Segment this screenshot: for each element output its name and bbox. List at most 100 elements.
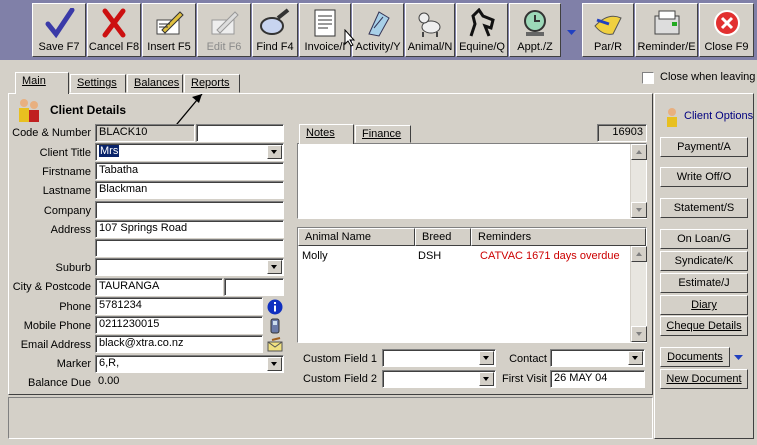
firstname-field[interactable]: Tabatha <box>95 162 284 180</box>
chevron-down-icon[interactable] <box>267 145 282 159</box>
postcode-field[interactable] <box>224 278 284 296</box>
client-person-icon <box>667 108 677 127</box>
payment-button[interactable]: Payment/A <box>660 137 748 157</box>
record-number: 16903 <box>597 124 647 142</box>
mobile-phone-label: Mobile Phone <box>23 320 91 332</box>
write-off-button[interactable]: Write Off/O <box>660 167 748 187</box>
documents-button[interactable]: Documents <box>660 347 730 367</box>
scroll-up-icon[interactable] <box>631 144 647 160</box>
scroll-down-icon[interactable] <box>631 202 647 218</box>
mobile-phone-field[interactable]: 0211230015 <box>95 316 263 334</box>
marker-label: Marker <box>56 358 91 370</box>
close-when-leaving-label: Close when leaving <box>660 71 756 83</box>
equine-button[interactable]: Equine/Q <box>456 3 508 57</box>
code-number-label: Code & Number <box>12 127 91 139</box>
chevron-down-icon[interactable] <box>479 351 494 365</box>
number-field[interactable] <box>196 124 284 142</box>
custom-field-2-select[interactable] <box>382 370 496 388</box>
mobile-phone-icon[interactable] <box>266 317 284 335</box>
cancel-button[interactable]: Cancel F8 <box>87 3 141 57</box>
column-header-animal-name[interactable]: Animal Name <box>298 228 415 246</box>
chevron-down-icon[interactable] <box>267 357 282 371</box>
par-button[interactable]: Par/R <box>582 3 634 57</box>
address-line2-field[interactable] <box>95 239 284 257</box>
column-header-breed[interactable]: Breed <box>415 228 471 246</box>
city-postcode-label: City & Postcode <box>12 281 91 293</box>
scroll-up-icon[interactable] <box>631 246 647 262</box>
animals-scrollbar[interactable] <box>630 246 647 342</box>
tab-settings[interactable]: Settings <box>70 74 126 93</box>
activity-button[interactable]: Activity/Y <box>352 3 404 57</box>
reminder-icon <box>654 10 679 35</box>
insert-pencil-icon <box>156 11 184 35</box>
appointment-dropdown-button[interactable] <box>563 3 580 57</box>
suburb-label: Suburb <box>55 262 91 274</box>
balance-due-label: Balance Due <box>28 377 91 389</box>
address-line1-field[interactable]: 107 Springs Road <box>95 220 284 238</box>
chevron-down-icon <box>567 30 576 35</box>
on-loan-button[interactable]: On Loan/G <box>660 229 748 249</box>
insert-button[interactable]: Insert F5 <box>142 3 196 57</box>
new-document-button[interactable]: New Document <box>660 369 748 389</box>
first-visit-field[interactable]: 26 MAY 04 <box>550 370 645 388</box>
notes-scrollbar[interactable] <box>630 144 647 218</box>
company-field[interactable] <box>95 201 284 219</box>
mouse-cursor-icon <box>344 29 356 47</box>
cheque-details-button[interactable]: Cheque Details <box>660 316 748 336</box>
status-bar <box>8 397 653 439</box>
custom-field-1-select[interactable] <box>382 349 496 367</box>
lastname-label: Lastname <box>42 185 91 197</box>
dog-icon <box>418 12 441 37</box>
lastname-field[interactable]: Blackman <box>95 181 284 199</box>
reminder-cell: CATVAC 1671 days overdue <box>480 250 620 262</box>
chevron-down-icon[interactable] <box>267 260 282 274</box>
animal-button[interactable]: Animal/N <box>405 3 455 57</box>
table-row[interactable]: Molly DSH CATVAC 1671 days overdue <box>298 248 628 264</box>
find-button[interactable]: Find F4 <box>252 3 298 57</box>
statement-button[interactable]: Statement/S <box>660 198 748 218</box>
code-field[interactable]: BLACK10 <box>95 124 195 142</box>
close-circle-icon <box>713 10 740 36</box>
address-label: Address <box>50 224 91 236</box>
tab-notes[interactable]: Notes <box>299 124 354 144</box>
email-address-label: Email Address <box>20 339 91 351</box>
custom-field-1-label: Custom Field 1 <box>303 353 377 365</box>
suburb-select[interactable] <box>95 258 284 276</box>
notes-textarea[interactable] <box>297 143 647 219</box>
chevron-down-icon[interactable] <box>479 372 494 386</box>
close-when-leaving-checkbox[interactable] <box>642 72 654 84</box>
syndicate-button[interactable]: Syndicate/K <box>660 251 748 271</box>
scroll-down-icon[interactable] <box>631 326 647 342</box>
edit-button[interactable]: Edit F6 <box>197 3 251 57</box>
animals-table: Animal Name Breed Reminders Molly DSH CA… <box>297 227 647 343</box>
tab-finance[interactable]: Finance <box>355 125 411 143</box>
column-header-reminders[interactable]: Reminders <box>471 228 646 246</box>
email-icon[interactable] <box>266 336 284 354</box>
marker-select[interactable]: 6,R, <box>95 355 284 373</box>
email-field[interactable]: black@xtra.co.nz <box>95 335 263 353</box>
phone-field[interactable]: 5781234 <box>95 297 263 315</box>
tab-main[interactable]: Main <box>15 72 69 94</box>
contact-select[interactable] <box>550 349 645 367</box>
chevron-down-icon[interactable] <box>628 351 643 365</box>
balance-due-value: 0.00 <box>95 374 284 392</box>
client-people-icon <box>19 99 39 122</box>
save-button[interactable]: Save F7 <box>32 3 86 57</box>
contact-label: Contact <box>509 353 547 365</box>
appointment-button[interactable]: Appt./Z <box>509 3 561 57</box>
city-field[interactable]: TAURANGA <box>95 278 223 296</box>
client-title-select[interactable]: Mrs <box>95 143 284 161</box>
horse-icon <box>469 8 495 37</box>
close-button[interactable]: Close F9 <box>699 3 754 57</box>
estimate-button[interactable]: Estimate/J <box>660 273 748 293</box>
company-label: Company <box>43 205 91 217</box>
reminder-button[interactable]: Reminder/E <box>635 3 698 57</box>
documents-dropdown-button[interactable] <box>730 347 748 367</box>
activity-icon <box>368 11 390 37</box>
first-visit-label: First Visit <box>501 373 547 385</box>
phone-label: Phone <box>59 301 91 313</box>
edit-pencil-icon <box>211 11 239 35</box>
custom-field-2-label: Custom Field 2 <box>303 373 377 385</box>
info-icon[interactable] <box>266 298 284 316</box>
diary-button[interactable]: Diary <box>660 295 748 315</box>
